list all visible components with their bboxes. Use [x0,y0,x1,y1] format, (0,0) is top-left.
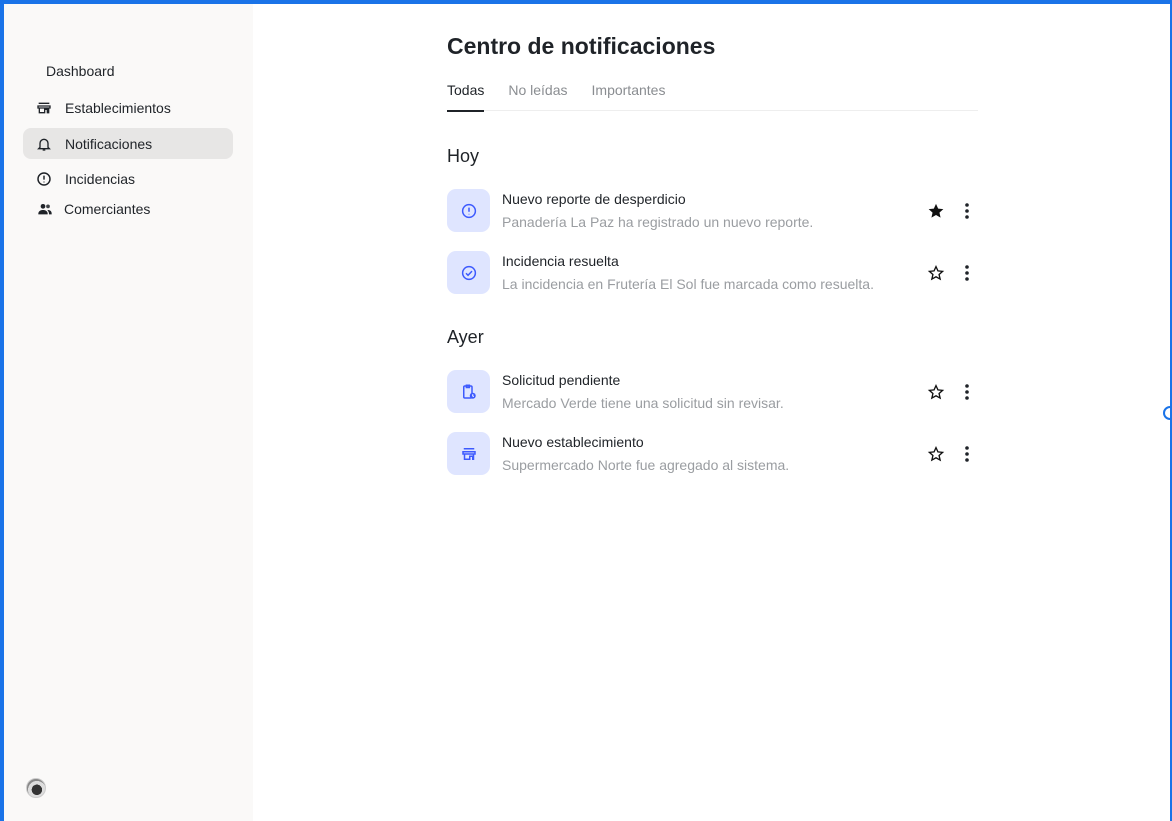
star-outline-icon[interactable] [926,263,946,283]
sidebar-item-comerciantes[interactable]: Comerciantes [23,193,233,224]
notification-badge [447,432,490,475]
tab-importantes[interactable]: Importantes [592,80,666,111]
sidebar-item-notificaciones[interactable]: Notificaciones [23,128,233,159]
store-icon [461,447,476,460]
more-vert-icon[interactable] [957,444,977,464]
tab-todas[interactable]: Todas [447,80,485,112]
bell-icon [36,136,52,152]
sidebar-item-label: Notificaciones [65,135,153,152]
star-filled-icon[interactable] [926,201,946,221]
more-vert-icon[interactable] [957,201,977,221]
clipboard-clock-icon [462,384,476,399]
notification-badge [447,370,490,413]
sidebar-item-label: Incidencias [65,170,136,187]
notification-description: Panadería La Paz ha registrado un nuevo … [502,214,814,230]
list-item[interactable]: Nuevo establecimiento Supermercado Norte… [447,432,978,476]
star-outline-icon[interactable] [926,382,946,402]
more-vert-icon[interactable] [957,382,977,402]
tab-no-leidas[interactable]: No leídas [508,80,567,111]
tab-bar: Todas No leídas Importantes [447,80,978,112]
notification-title: Nuevo establecimiento [502,434,644,450]
people-icon [37,201,53,217]
notification-badge [447,251,490,294]
notification-description: La incidencia en Frutería El Sol fue mar… [502,276,874,292]
list-item[interactable]: Solicitud pendiente Mercado Verde tiene … [447,370,978,414]
page-title: Centro de notificaciones [447,33,716,59]
sidebar-item-label: Comerciantes [64,200,151,217]
notification-title: Incidencia resuelta [502,253,619,269]
alert-circle-icon [36,171,52,187]
store-icon [36,100,52,116]
notification-badge [447,189,490,232]
notification-description: Supermercado Norte fue agregado al siste… [502,457,790,473]
sidebar-item-label: Establecimientos [65,99,171,116]
sidebar: Dashboard Establecimientos Notificacione… [0,0,253,821]
resize-handle[interactable] [1163,406,1172,420]
list-item[interactable]: Incidencia resuelta La incidencia en Fru… [447,251,978,295]
notification-title: Solicitud pendiente [502,372,621,388]
check-circle-icon [461,265,476,280]
more-vert-icon[interactable] [957,263,977,283]
sidebar-item-establecimientos[interactable]: Establecimientos [23,92,233,123]
sidebar-item-dashboard[interactable]: Dashboard [46,63,115,79]
sidebar-item-incidencias[interactable]: Incidencias [23,163,233,194]
notification-title: Nuevo reporte de desperdicio [502,191,686,207]
notification-description: Mercado Verde tiene una solicitud sin re… [502,395,784,411]
group-title: Ayer [447,327,484,347]
alert-circle-icon [461,203,476,218]
star-outline-icon[interactable] [926,444,946,464]
avatar[interactable] [26,778,46,798]
group-title: Hoy [447,146,480,166]
list-item[interactable]: Nuevo reporte de desperdicio Panadería L… [447,189,978,233]
